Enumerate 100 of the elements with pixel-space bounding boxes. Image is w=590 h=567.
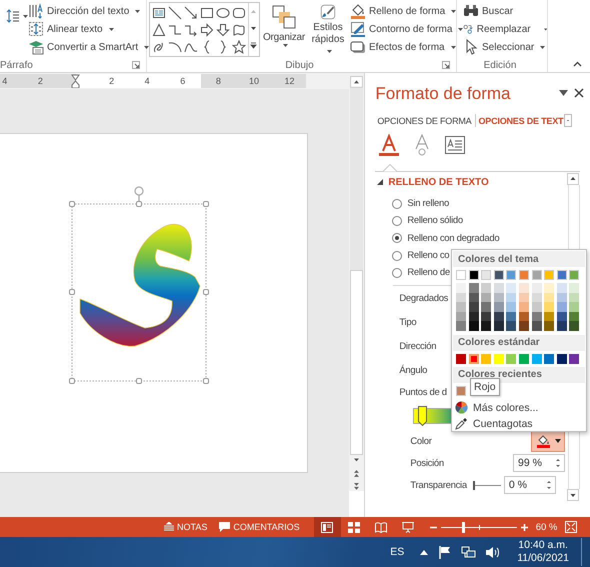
clock[interactable]: 10:40 a.m. 11/06/2021: [517, 539, 569, 565]
color-swatch[interactable]: [456, 283, 466, 293]
text-box-icon[interactable]: [444, 134, 466, 156]
color-swatch[interactable]: [518, 270, 529, 280]
color-swatch[interactable]: [468, 292, 479, 302]
quick-styles-button[interactable]: Estilos rápidos: [308, 0, 348, 58]
color-swatch[interactable]: [569, 312, 580, 322]
color-swatch[interactable]: [494, 312, 504, 322]
align-text-button[interactable]: Alinear texto: [28, 20, 150, 38]
color-swatch[interactable]: [569, 321, 580, 331]
elbow-arrow-icon[interactable]: [184, 22, 198, 36]
shape-fill-button[interactable]: Relleno de forma: [350, 2, 464, 20]
color-swatch[interactable]: [569, 292, 580, 302]
smartart-button[interactable]: Convertir a SmartArt: [28, 38, 150, 56]
color-swatch[interactable]: [456, 321, 466, 331]
color-swatch[interactable]: [544, 354, 554, 364]
color-swatch[interactable]: [506, 321, 516, 331]
color-swatch[interactable]: [544, 283, 554, 293]
color-swatch[interactable]: [481, 270, 492, 280]
spin-arrows-icon[interactable]: [546, 479, 552, 492]
notes-button[interactable]: NOTAS: [164, 517, 208, 537]
pane-tab[interactable]: OPCIONES DE FORMA: [377, 116, 472, 126]
rectangle-icon[interactable]: [200, 6, 214, 20]
color-swatch[interactable]: [481, 321, 492, 331]
color-swatch[interactable]: [456, 270, 466, 280]
color-swatch[interactable]: [468, 312, 479, 322]
color-swatch[interactable]: [481, 312, 492, 322]
color-swatch[interactable]: [468, 270, 479, 280]
triangle-icon[interactable]: [152, 22, 166, 36]
arrow-line-icon[interactable]: [184, 6, 198, 20]
collapse-icon[interactable]: [377, 179, 384, 185]
color-swatch[interactable]: [544, 312, 554, 322]
color-swatch[interactable]: [518, 292, 529, 302]
line-icon[interactable]: [168, 6, 182, 20]
down-arrow-icon[interactable]: [216, 22, 230, 36]
scroll-up-icon[interactable]: [350, 76, 364, 88]
language-indicator[interactable]: ES: [390, 546, 404, 558]
gradient-letter-shape[interactable]: [80, 224, 200, 346]
line-spacing-button[interactable]: [6, 8, 28, 24]
color-swatch[interactable]: [468, 302, 479, 312]
dialog-launcher-icon[interactable]: [442, 61, 450, 69]
comments-button[interactable]: COMENTARIOS: [219, 517, 300, 537]
arc-icon[interactable]: [168, 40, 182, 54]
find-button[interactable]: Buscar: [463, 2, 547, 20]
color-swatch[interactable]: [456, 354, 466, 364]
spin-arrows-icon[interactable]: [554, 457, 561, 470]
gradient-stops-bar[interactable]: [413, 408, 454, 424]
color-swatch[interactable]: [544, 321, 554, 331]
color-swatch[interactable]: [532, 283, 542, 293]
color-picker-button[interactable]: [531, 430, 565, 452]
radio-button[interactable]: [392, 216, 402, 226]
color-swatch[interactable]: [468, 321, 479, 331]
flag-icon[interactable]: [438, 546, 452, 558]
color-swatch[interactable]: [532, 354, 542, 364]
color-swatch[interactable]: [494, 270, 504, 280]
dialog-launcher-icon[interactable]: [132, 61, 140, 69]
color-swatch[interactable]: [481, 302, 492, 312]
color-swatch[interactable]: [494, 302, 504, 312]
color-swatch[interactable]: [506, 292, 516, 302]
zoom-in-icon[interactable]: [520, 524, 528, 530]
collapse-ribbon-icon[interactable]: [573, 61, 582, 67]
network-icon[interactable]: [461, 546, 476, 558]
shape-effects-button[interactable]: Efectos de forma: [350, 38, 464, 56]
color-swatch[interactable]: [556, 270, 567, 280]
flowchart-shape-icon[interactable]: [232, 22, 246, 36]
gradient-stop-handle[interactable]: [418, 406, 428, 426]
selection-frame-drawing[interactable]: [69, 186, 209, 384]
pane-options-icon[interactable]: [559, 90, 568, 96]
menu-item[interactable]: Más colores...: [453, 400, 585, 416]
color-swatch[interactable]: [518, 283, 529, 293]
color-swatch[interactable]: [556, 302, 567, 312]
color-swatch[interactable]: [556, 283, 567, 293]
text-box-icon[interactable]: [152, 6, 166, 20]
select-button[interactable]: Seleccionar: [463, 38, 547, 56]
color-swatch[interactable]: [532, 270, 542, 280]
color-swatch[interactable]: [556, 312, 567, 322]
color-swatch[interactable]: [518, 312, 529, 322]
oval-icon[interactable]: [216, 6, 230, 20]
color-swatch[interactable]: [544, 302, 554, 312]
radio-button[interactable]: [392, 198, 402, 209]
rounded-rectangle-icon[interactable]: [232, 6, 246, 20]
color-swatch[interactable]: [494, 354, 504, 364]
vertical-scrollbar[interactable]: [349, 73, 364, 491]
radio-button[interactable]: [392, 268, 402, 278]
text-direction-button[interactable]: Dirección del texto: [28, 2, 150, 20]
scroll-up-icon[interactable]: [567, 173, 579, 185]
volume-icon[interactable]: [486, 546, 502, 558]
color-swatch[interactable]: [544, 292, 554, 302]
color-swatch[interactable]: [456, 292, 466, 302]
color-swatch[interactable]: [569, 270, 580, 280]
show-hidden-icons-icon[interactable]: [420, 550, 428, 554]
zoom-level[interactable]: 60 %: [536, 522, 558, 532]
color-swatch[interactable]: [456, 386, 466, 396]
arrange-button[interactable]: Organizar: [260, 0, 308, 58]
radio-button[interactable]: [392, 233, 402, 244]
fit-to-window-icon[interactable]: [565, 521, 578, 533]
radio-button[interactable]: [392, 250, 402, 261]
color-swatch[interactable]: [518, 321, 529, 331]
indent-marker-icon[interactable]: [71, 74, 80, 88]
text-fill-icon[interactable]: [378, 134, 400, 156]
